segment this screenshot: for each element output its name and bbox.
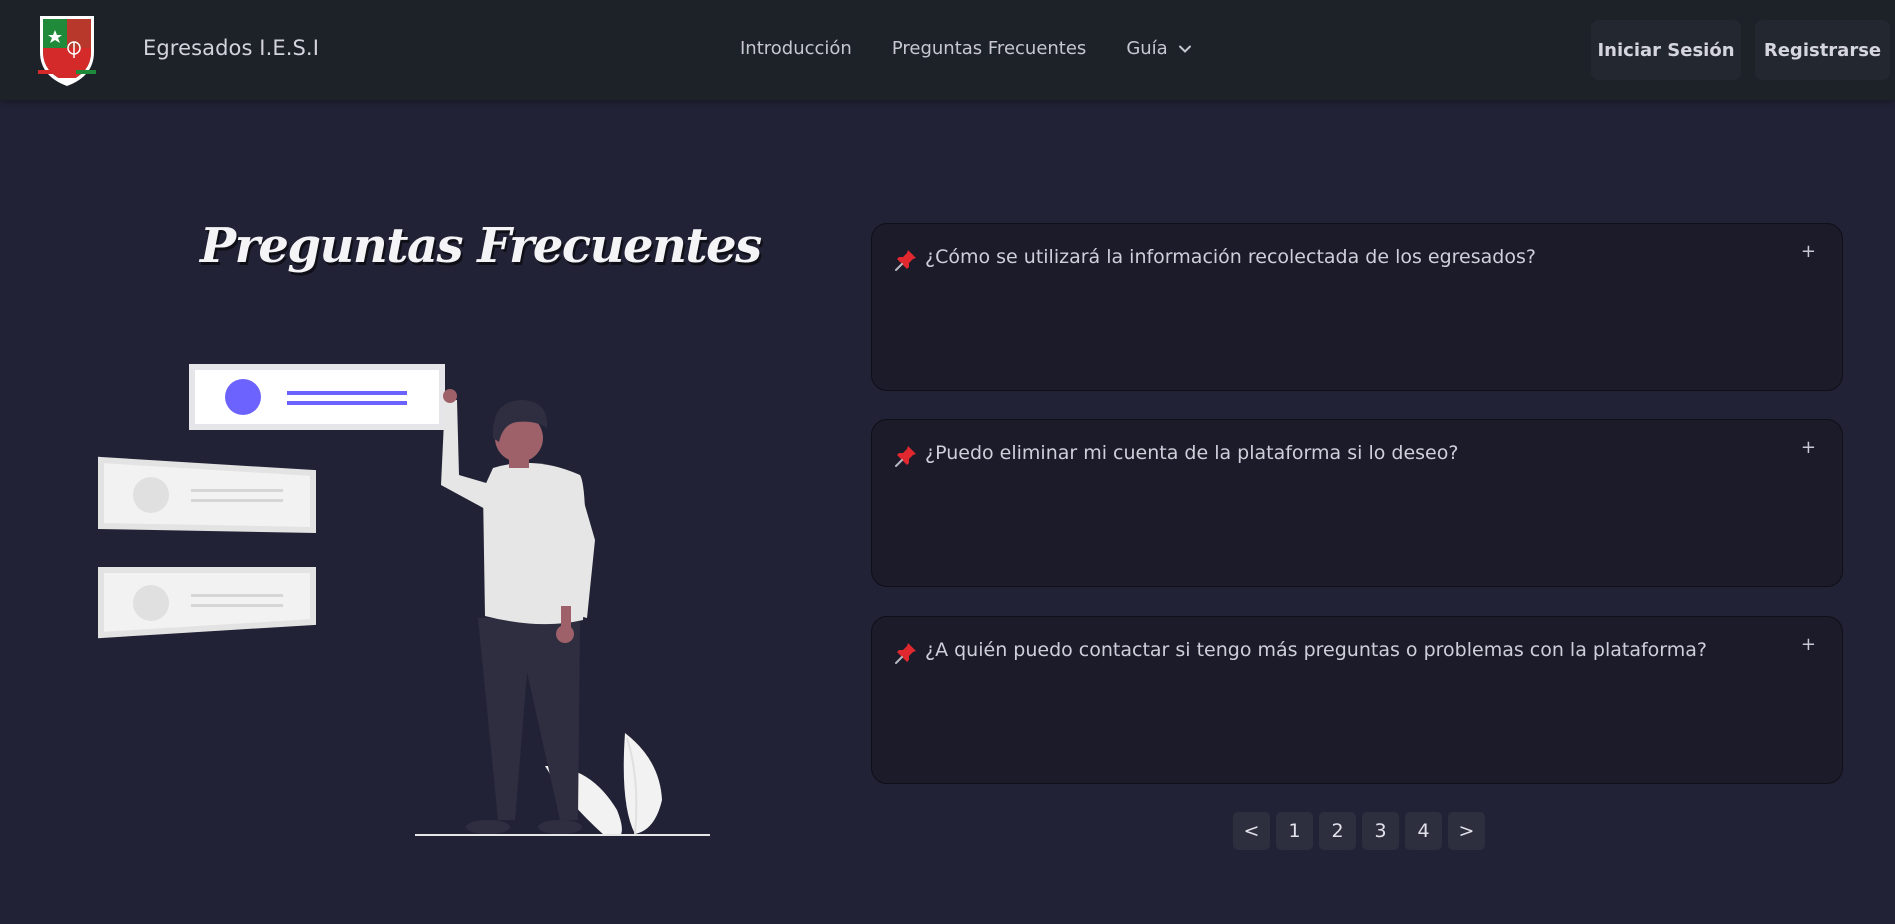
page-button-2[interactable]: 2 [1319, 812, 1356, 850]
pushpin-icon [895, 446, 916, 467]
page-button-4[interactable]: 4 [1405, 812, 1442, 850]
faq-item[interactable]: ¿A quién puedo contactar si tengo más pr… [871, 616, 1843, 784]
expand-toggle[interactable]: + [1801, 241, 1816, 262]
nav-preguntas-frecuentes[interactable]: Preguntas Frecuentes [892, 38, 1086, 59]
nav-guia-label: Guía [1126, 38, 1168, 59]
page-button-3[interactable]: 3 [1362, 812, 1399, 850]
pagination: < 1 2 3 4 > [1233, 812, 1491, 850]
brand-name[interactable]: Egresados I.E.S.I [143, 36, 319, 60]
faq-question: ¿Puedo eliminar mi cuenta de la platafor… [925, 442, 1459, 464]
expand-toggle[interactable]: + [1801, 437, 1816, 458]
nav-guia-dropdown[interactable]: Guía [1126, 38, 1191, 59]
register-button[interactable]: Registrarse [1755, 20, 1890, 80]
login-button[interactable]: Iniciar Sesión [1591, 20, 1741, 80]
faq-question: ¿Cómo se utilizará la información recole… [925, 246, 1536, 268]
page-title: Preguntas Frecuentes [200, 218, 762, 274]
faq-item[interactable]: ¿Puedo eliminar mi cuenta de la platafor… [871, 419, 1843, 587]
next-page-button[interactable]: > [1448, 812, 1485, 850]
chevron-down-icon [1178, 45, 1191, 53]
faq-item[interactable]: ¿Cómo se utilizará la información recole… [871, 223, 1843, 391]
person-with-cards-illustration [98, 364, 710, 836]
prev-page-button[interactable]: < [1233, 812, 1270, 850]
school-shield-icon[interactable] [36, 12, 98, 88]
pushpin-icon [895, 643, 916, 664]
nav-introduccion[interactable]: Introducción [740, 38, 852, 59]
faq-question: ¿A quién puedo contactar si tengo más pr… [925, 639, 1707, 661]
expand-toggle[interactable]: + [1801, 634, 1816, 655]
pushpin-icon [895, 250, 916, 271]
navbar: Egresados I.E.S.I Introducción Preguntas… [0, 0, 1895, 100]
page-button-1[interactable]: 1 [1276, 812, 1313, 850]
main-nav: Introducción Preguntas Frecuentes Guía [740, 38, 1192, 59]
